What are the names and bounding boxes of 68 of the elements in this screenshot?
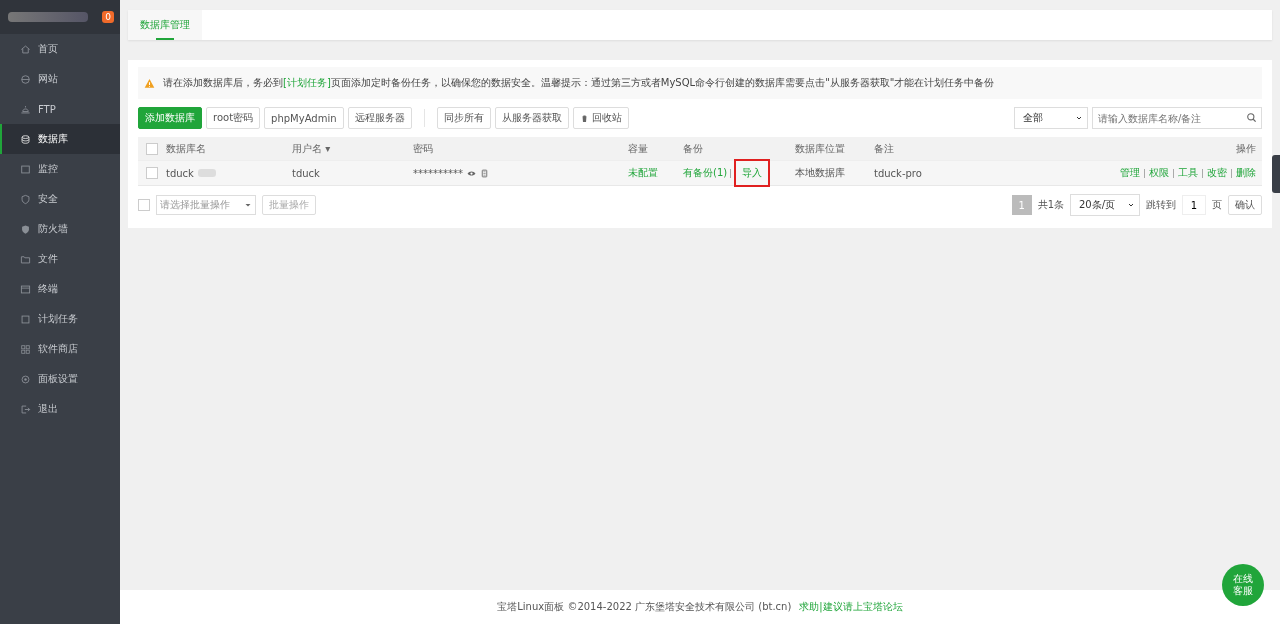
column-header: 用户名 ▾ [292, 141, 331, 156]
logout-icon [20, 403, 31, 415]
sidebar-item[interactable]: 计划任务 [0, 304, 120, 334]
jump-label: 跳转到 [1146, 198, 1176, 212]
select-all-checkbox[interactable] [146, 142, 158, 155]
page-size-dropdown[interactable]: 20条/页 [1070, 194, 1140, 216]
column-header: 容量 [628, 141, 648, 156]
copy-icon [480, 168, 489, 178]
notification-badge: 0 [102, 11, 114, 23]
sidebar-item[interactable]: 文件 [0, 244, 120, 274]
batch-checkbox[interactable] [138, 199, 150, 211]
home-icon [20, 43, 31, 55]
toolbar-button[interactable]: 从服务器获取 [494, 107, 569, 129]
shield-icon [20, 193, 31, 205]
bell-shape-icon [20, 103, 31, 115]
table-cell: ********** [413, 167, 463, 179]
search-field[interactable]: 请输入数据库名称/备注 [1092, 107, 1262, 129]
column-header: 密码 [413, 141, 433, 156]
total-count: 共1条 [1037, 198, 1064, 212]
toolbar-button[interactable]: phpMyAdmin [264, 107, 344, 129]
sidebar-item[interactable]: 网站 [0, 64, 120, 94]
filter-dropdown[interactable]: 全部 [1014, 107, 1088, 129]
table-cell: 本地数据库 [795, 166, 845, 180]
grid-icon [20, 343, 31, 355]
toolbar-button[interactable]: 远程服务器 [347, 107, 412, 129]
sidebar-item[interactable]: 退出 [0, 394, 120, 424]
column-header: 备注 [874, 141, 894, 156]
toolbar-button[interactable]: 回收站 [572, 107, 629, 129]
eye-icon [467, 168, 476, 178]
sidebar-item[interactable]: 数据库 [0, 124, 120, 154]
column-header: 备份 [683, 141, 703, 156]
sidebar-item[interactable]: 监控 [0, 154, 120, 184]
confirm-button[interactable]: 确认 [1228, 195, 1262, 215]
table-cell: tduck [292, 167, 320, 179]
column-header: 操作 [1236, 141, 1256, 156]
notice-text: 请在添加数据库后，务必到[计划任务]页面添加定时备份任务，以确保您的数据安全。温馨提示：通过第三方或者MySQL命令行创建的数据库需要点击"从服务器获取"才能在计划任务中备份 [163, 76, 995, 90]
column-header: 数据库位置 [795, 141, 845, 156]
sidebar-item[interactable]: 面板设置 [0, 364, 120, 394]
table-cell: tduck [166, 167, 194, 179]
sidebar-item[interactable]: FTP [0, 94, 120, 124]
sidebar-item[interactable]: 防火墙 [0, 214, 120, 244]
sidebar-item[interactable]: 安全 [0, 184, 120, 214]
chevron-down-icon [1075, 114, 1083, 122]
caret-icon [244, 201, 252, 209]
sidebar-item[interactable]: 终端 [0, 274, 120, 304]
database-icon [20, 133, 31, 145]
blurred-text [197, 169, 216, 177]
toolbar-button[interactable]: root密码 [206, 107, 261, 129]
globe-icon [20, 73, 31, 85]
calendar-icon [20, 313, 31, 325]
side-tab[interactable] [1272, 155, 1280, 193]
column-header: 数据库名 [166, 141, 206, 156]
row-checkbox[interactable] [146, 167, 158, 179]
folder-icon [20, 253, 31, 265]
settings-icon [20, 373, 31, 385]
shield-icon [20, 223, 31, 235]
page-input[interactable]: 1 [1182, 195, 1206, 215]
terminal-icon [20, 283, 31, 295]
search-icon [1246, 112, 1257, 123]
monitor-icon [20, 163, 31, 175]
copyright-text: 宝塔Linux面板 ©2014-2022 广东堡塔安全技术有限公司 (bt.cn) [497, 600, 792, 614]
page-unit: 页 [1212, 198, 1222, 212]
sidebar-item[interactable]: 首页 [0, 34, 120, 64]
table-cell: tduck-pro [874, 167, 922, 179]
chevron-down-icon [1127, 201, 1135, 209]
toolbar-button[interactable]: 同步所有 [436, 107, 491, 129]
sidebar-item[interactable]: 软件商店 [0, 334, 120, 364]
warning-icon [144, 77, 155, 89]
